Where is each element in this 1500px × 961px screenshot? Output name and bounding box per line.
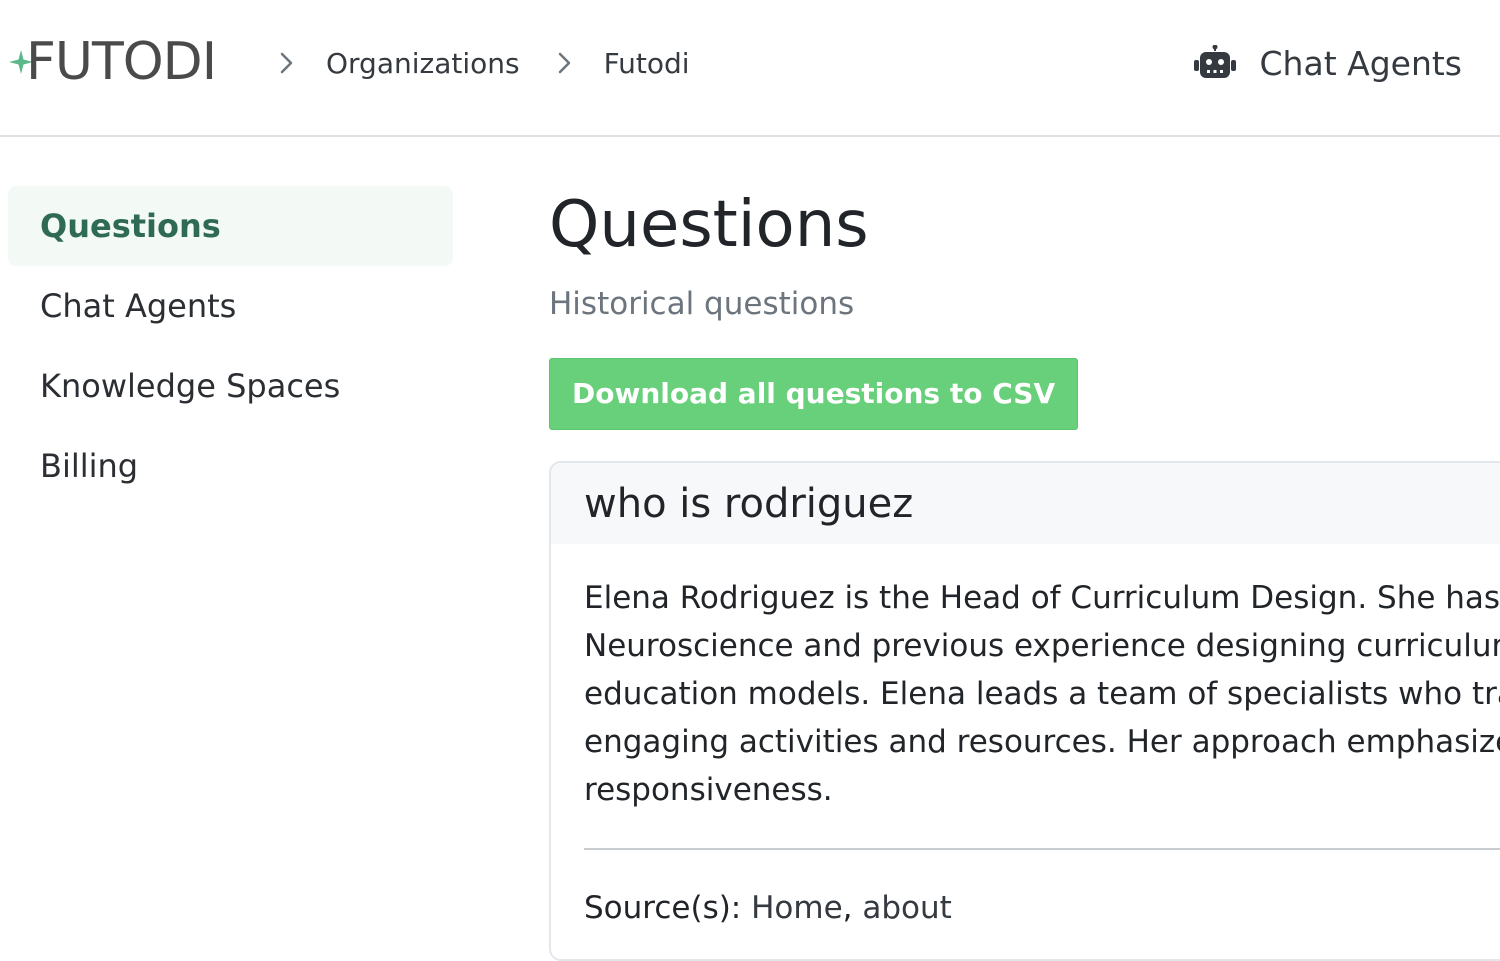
- question-card: who is rodriguez Elena Rodriguez is the …: [549, 461, 1500, 961]
- top-navbar: FUTODI Organizations Futodi Chat Agents: [0, 0, 1500, 137]
- robot-icon: [1193, 45, 1236, 78]
- question-text: who is rodriguez: [551, 463, 1500, 544]
- page-subtitle: Historical questions: [549, 286, 855, 322]
- chat-agents-nav-link[interactable]: Chat Agents: [1193, 38, 1462, 88]
- answer-body: Elena Rodriguez is the Head of Curriculu…: [551, 544, 1500, 930]
- answer-line: Elena Rodriguez is the Head of Curriculu…: [584, 580, 1500, 616]
- chat-agents-label: Chat Agents: [1259, 43, 1462, 83]
- chevron-right-icon: [280, 52, 293, 74]
- divider: [584, 848, 1500, 850]
- answer-text: Elena Rodriguez is the Head of Curriculu…: [584, 574, 1500, 814]
- breadcrumb-futodi[interactable]: Futodi: [604, 47, 690, 80]
- logo-wordmark: FUTODI: [26, 32, 217, 92]
- sources-separator: ,: [842, 890, 863, 926]
- sidebar-item-chat-agents[interactable]: Chat Agents: [8, 266, 453, 346]
- sidebar-item-knowledge-spaces[interactable]: Knowledge Spaces: [8, 346, 453, 426]
- source-link-home[interactable]: Home: [751, 890, 843, 926]
- sidebar-item-questions[interactable]: Questions: [8, 186, 453, 266]
- answer-line: Neuroscience and previous experience des…: [584, 628, 1500, 664]
- sidebar: Questions Chat Agents Knowledge Spaces B…: [8, 186, 453, 506]
- answer-line: engaging activities and resources. Her a…: [584, 724, 1500, 760]
- futodi-logo[interactable]: FUTODI: [8, 32, 217, 92]
- page-title: Questions: [549, 188, 869, 262]
- answer-line: responsiveness.: [584, 772, 833, 808]
- sources-line: Source(s): Home, about: [584, 886, 1500, 930]
- sidebar-item-billing[interactable]: Billing: [8, 426, 453, 506]
- download-csv-button[interactable]: Download all questions to CSV: [549, 358, 1079, 430]
- breadcrumb: Organizations Futodi: [272, 40, 720, 86]
- source-link-about[interactable]: about: [862, 890, 951, 926]
- answer-line: education models. Elena leads a team of …: [584, 676, 1500, 712]
- main-content: Questions Historical questions Download …: [549, 180, 1500, 961]
- breadcrumb-organizations[interactable]: Organizations: [326, 47, 520, 80]
- sources-label: Source(s):: [584, 890, 752, 926]
- chevron-right-icon: [558, 52, 570, 74]
